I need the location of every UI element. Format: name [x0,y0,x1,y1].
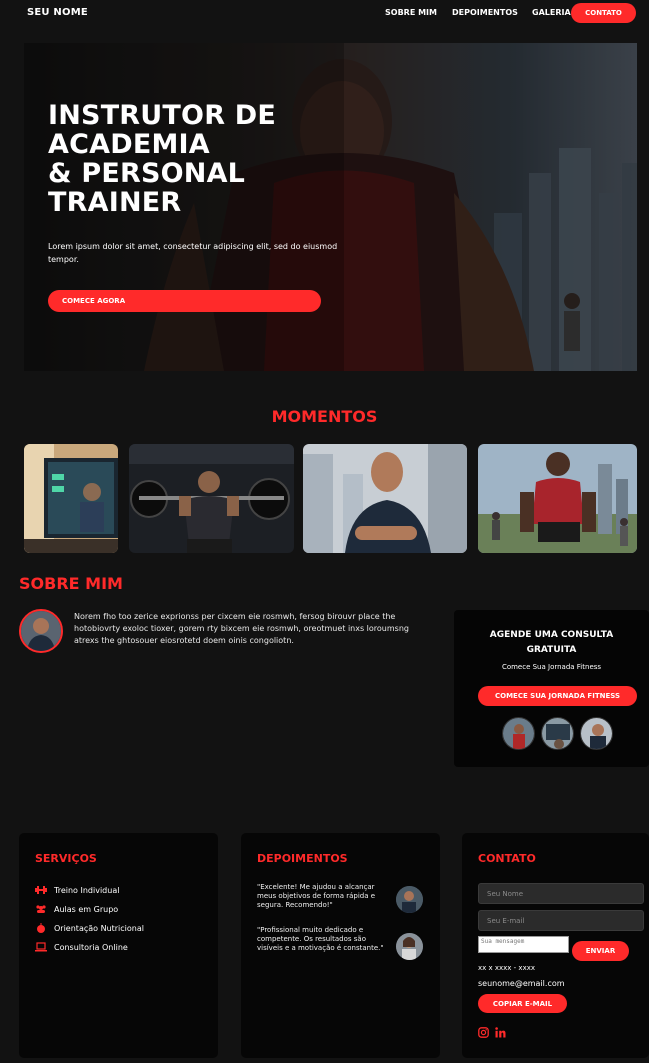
consultation-title-line: AGENDE UMA CONSULTA [489,630,614,640]
services-card: SERVIÇOS Treino Individual Aulas em Grup… [19,833,218,1058]
start-now-button[interactable]: COMECE AGORA [48,290,321,312]
service-item[interactable]: Orientação Nutricional [35,923,144,933]
gallery-image-barbell-squat[interactable] [129,444,294,553]
copy-email-button[interactable]: COPIAR E-MAIL [478,994,567,1013]
gallery-image-online-coaching[interactable] [24,444,118,553]
consultation-title-line: GRATUITA [526,645,577,655]
nav-link-galeria[interactable]: GALERIA [532,8,571,17]
send-button[interactable]: ENVIAR [572,941,629,961]
testimonials-title: DEPOIMENTOS [257,852,348,865]
service-label: Consultoria Online [54,942,128,952]
consultation-subtitle: Comece Sua Jornada Fitness [501,663,602,671]
hero-title-line: ACADEMIA [48,129,210,160]
dumbbell-icon [35,886,47,894]
nav-link-depoimentos[interactable]: DEPOIMENTOS [452,8,518,17]
email-input[interactable] [478,910,644,931]
hero-title-line: & PERSONAL [48,158,246,189]
top-navbar: SEU NOME SOBRE MIM DEPOIMENTOS GALERIA C… [0,0,649,28]
service-label: Aulas em Grupo [54,904,119,914]
contact-card: CONTATO ENVIAR xx x xxxx - xxxx seunome@… [462,833,649,1058]
hero-section: INSTRUTOR DE ACADEMIA & PERSONAL TRAINER… [24,43,637,371]
apple-icon [37,923,45,933]
about-text: Norem fho too zerice exprionss per cixce… [74,612,409,645]
contact-button[interactable]: CONTATO [571,3,636,23]
instagram-icon[interactable] [478,1027,489,1038]
hero-subtitle: Lorem ipsum dolor sit amet, consectetur … [48,242,338,264]
testimonial-avatar [396,933,423,960]
services-title: SERVIÇOS [35,852,97,865]
nav-link-sobre-mim[interactable]: SOBRE MIM [385,8,437,17]
consultation-title: AGENDE UMA CONSULTA GRATUITA [454,628,649,658]
name-input[interactable] [478,883,644,904]
testimonial-avatar [396,886,423,913]
hero-title-line: INSTRUTOR DE [48,100,277,131]
service-label: Orientação Nutricional [54,923,144,933]
service-item[interactable]: Treino Individual [35,885,119,895]
service-label: Treino Individual [54,885,120,895]
service-item[interactable]: Aulas em Grupo [35,904,118,914]
laptop-icon [35,942,47,952]
start-journey-button[interactable]: COMECE SUA JORNADA FITNESS [478,686,637,706]
contact-title: CONTATO [478,852,536,865]
about-title: SOBRE MIM [19,574,123,593]
gallery-image-trainer-portrait[interactable] [303,444,467,553]
consult-thumb-1 [502,717,535,750]
moments-title: MOMENTOS [271,407,378,426]
consult-thumb-2 [541,717,574,750]
email-address: seunome@email.com [478,979,565,988]
hero-title: INSTRUTOR DE ACADEMIA & PERSONAL TRAINER [48,101,348,217]
phone-number: xx x xxxx - xxxx [478,964,535,972]
free-consultation-card: AGENDE UMA CONSULTA GRATUITA Comece Sua … [454,610,649,767]
message-textarea[interactable] [478,936,569,953]
testimonials-card: DEPOIMENTOS "Excelente! Me ajudou a alca… [241,833,440,1058]
linkedin-icon[interactable] [495,1027,506,1038]
testimonial-text: "Profissional muito dedicado e competent… [257,926,384,952]
testimonial-text: "Excelente! Me ajudou a alcançar meus ob… [257,883,376,909]
hero-title-line: TRAINER [48,187,182,218]
brand-logo[interactable]: SEU NOME [27,7,88,18]
gallery-image-outdoor-workout[interactable] [478,444,637,553]
about-avatar [19,609,63,653]
consult-thumb-3 [580,717,613,750]
page: SEU NOME SOBRE MIM DEPOIMENTOS GALERIA C… [0,0,649,1063]
service-item[interactable]: Consultoria Online [35,942,128,952]
group-icon [36,905,46,913]
